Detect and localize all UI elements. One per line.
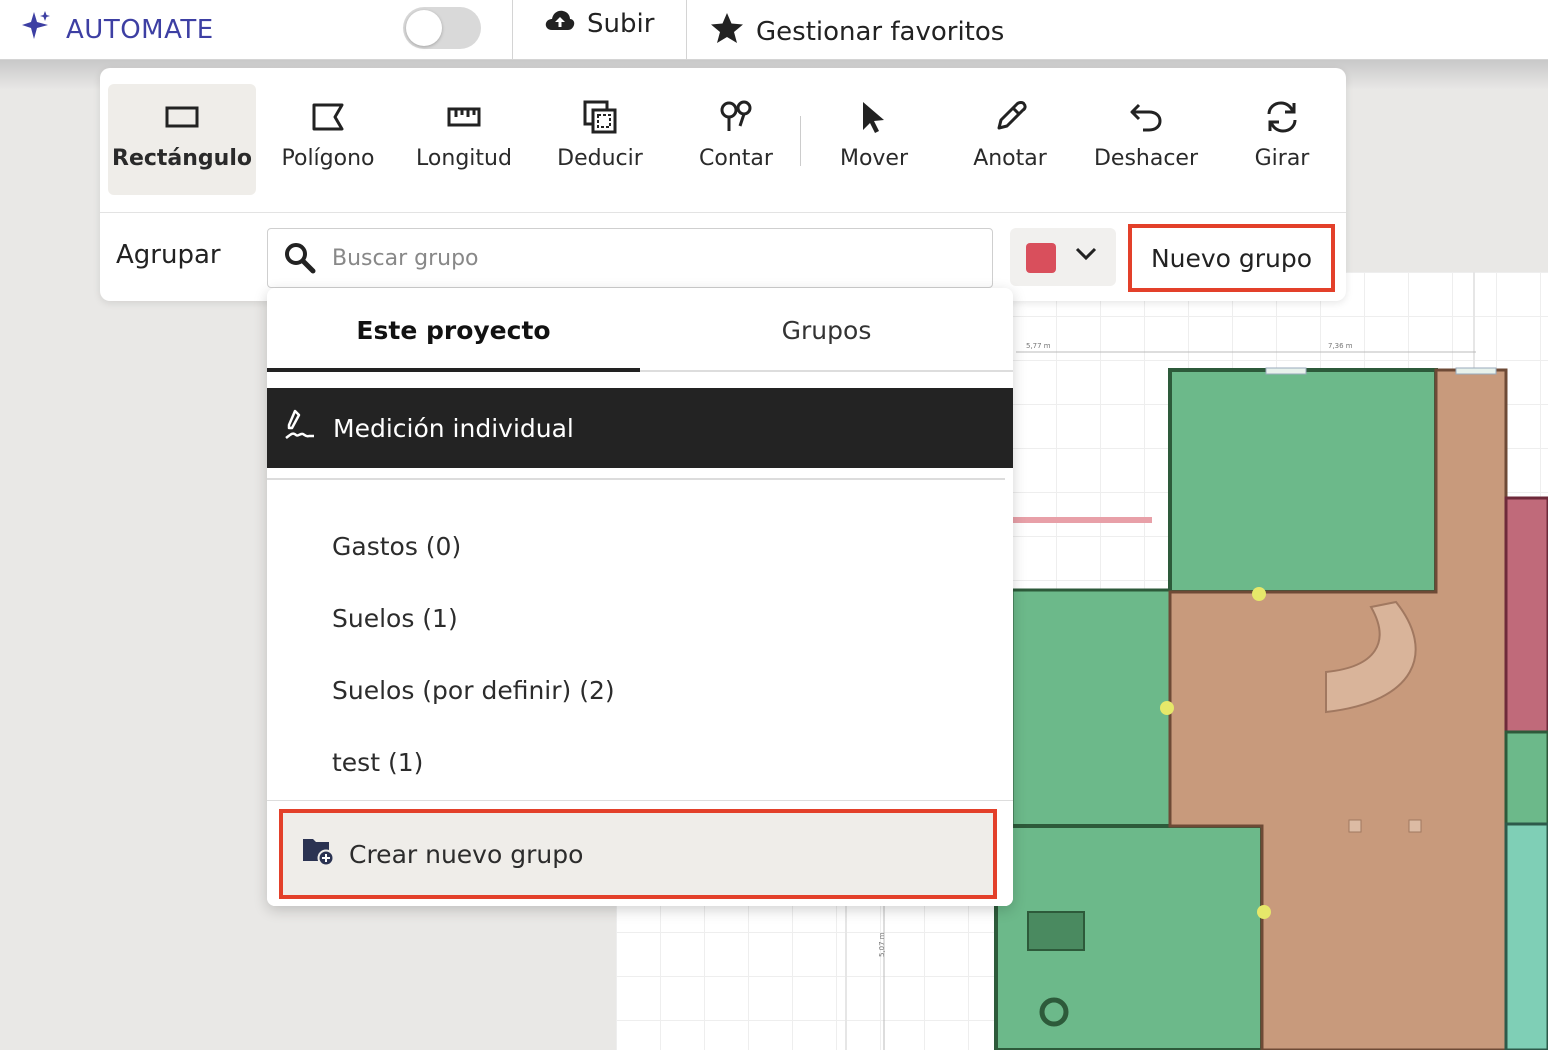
tool-annotate-label: Anotar [973,146,1047,171]
dimension-label-2: 7,36 m [1328,342,1353,350]
create-group-button[interactable]: Crear nuevo grupo [279,809,997,899]
tool-count[interactable]: Contar [672,84,800,195]
cursor-arrow-icon [860,100,888,134]
manage-favorites-button[interactable]: Gestionar favoritos [710,12,1004,51]
tool-move-label: Mover [839,146,909,171]
tool-polygon[interactable]: Polígono [264,84,392,195]
group-item[interactable]: Gastos (0) [332,532,461,561]
upload-label: Subir [587,8,655,39]
dimension-label-1: 5,77 m [1026,342,1051,350]
tool-deduct[interactable]: Deducir [536,84,664,195]
tool-rotate-label: Girar [1254,146,1310,171]
tool-panel: Rectángulo Polígono Longitud Deducir Con… [100,68,1346,301]
toggle-knob [406,10,442,46]
deduct-icon [583,100,617,134]
ruler-icon [447,100,481,134]
tool-length-label: Longitud [416,146,512,171]
rectangle-icon [165,100,199,134]
pen-signature-icon [283,408,317,448]
count-pins-icon [719,100,753,134]
tool-undo[interactable]: Deshacer [1082,84,1210,195]
polygon-icon [311,100,345,134]
group-search [267,228,993,288]
chevron-down-icon [1074,246,1098,266]
panel-divider [100,212,1346,213]
dimension-label-3: 5,07 m [878,932,886,957]
top-bar: AUTOMATE Subir Gestionar favoritos [0,0,1548,60]
automate-label: AUTOMATE [66,14,214,45]
create-group-label: Crear nuevo grupo [349,839,584,869]
undo-icon [1129,100,1163,134]
create-group-footer: Crear nuevo grupo [267,800,1013,906]
upload-button[interactable]: Subir [545,8,654,39]
divider [512,0,513,60]
individual-measurement-label: Medición individual [333,413,574,443]
folder-add-icon [301,835,335,873]
tool-deduct-label: Deducir [557,146,643,171]
rotate-icon [1265,100,1299,134]
divider [686,0,687,60]
group-label: Agrupar [116,240,221,270]
color-picker[interactable] [1010,228,1116,286]
search-icon [284,242,316,278]
tool-length[interactable]: Longitud [400,84,528,195]
tool-annotate[interactable]: Anotar [946,84,1074,195]
star-icon [710,12,744,51]
tool-rectangle-label: Rectángulo [112,146,252,171]
cloud-upload-icon [545,8,575,39]
tool-move[interactable]: Mover [810,84,938,195]
favorites-label: Gestionar favoritos [756,16,1005,47]
tool-polygon-label: Polígono [281,146,375,171]
group-item[interactable]: Suelos (por definir) (2) [332,676,615,705]
tool-separator [800,116,801,166]
tab-groups[interactable]: Grupos [640,288,1013,372]
group-dropdown: Este proyecto Grupos Medición individual… [267,288,1013,906]
tool-rotate[interactable]: Girar [1218,84,1346,195]
tool-rectangle[interactable]: Rectángulo [108,84,256,195]
group-search-input[interactable] [332,229,972,287]
pencil-icon [993,100,1027,134]
tool-count-label: Contar [699,146,773,171]
group-item[interactable]: test (1) [332,748,423,777]
color-swatch [1026,243,1056,273]
automate-toggle[interactable] [403,7,481,49]
list-divider [267,478,1005,480]
tab-this-project[interactable]: Este proyecto [267,288,640,372]
new-group-button[interactable]: Nuevo grupo [1128,224,1335,292]
tool-undo-label: Deshacer [1093,146,1199,171]
sparkle-icon [20,10,52,49]
automate-button[interactable]: AUTOMATE [20,10,214,49]
individual-measurement-item[interactable]: Medición individual [267,388,1013,468]
group-item[interactable]: Suelos (1) [332,604,458,633]
tab-active-indicator [267,368,640,372]
